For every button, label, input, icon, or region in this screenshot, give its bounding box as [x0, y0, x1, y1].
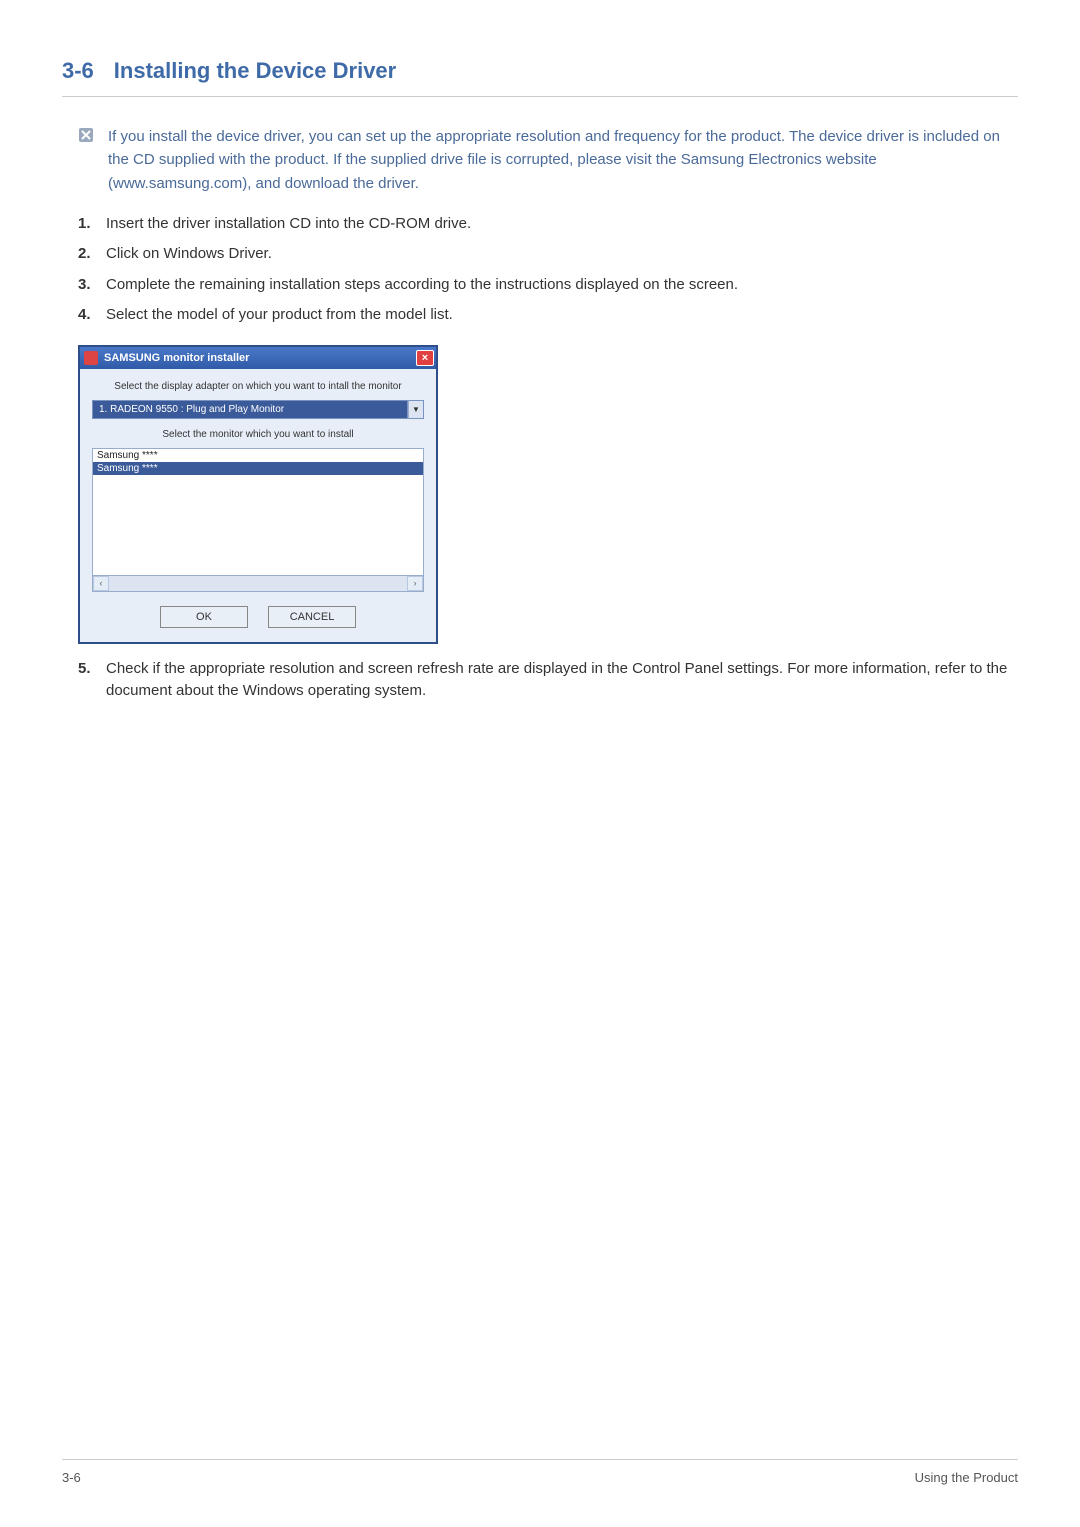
list-item[interactable]: Samsung ****: [93, 462, 423, 475]
installer-title-text: SAMSUNG monitor installer: [104, 352, 249, 364]
footer-page-number: 3-6: [62, 1470, 81, 1485]
app-icon: [84, 351, 98, 365]
footer-section-name: Using the Product: [915, 1470, 1018, 1485]
step-item: Click on Windows Driver.: [78, 243, 1018, 266]
note-text: If you install the device driver, you ca…: [108, 125, 1018, 195]
monitor-label: Select the monitor which you want to ins…: [92, 429, 424, 440]
list-item[interactable]: Samsung ****: [93, 449, 423, 462]
horizontal-scrollbar[interactable]: ‹ ›: [92, 576, 424, 592]
installer-title-left: SAMSUNG monitor installer: [84, 351, 249, 365]
scroll-left-icon[interactable]: ‹: [93, 576, 109, 591]
step-item: Insert the driver installation CD into t…: [78, 213, 1018, 236]
adapter-label: Select the display adapter on which you …: [92, 381, 424, 392]
adapter-dropdown[interactable]: 1. RADEON 9550 : Plug and Play Monitor ▼: [92, 400, 424, 419]
adapter-dropdown-value: 1. RADEON 9550 : Plug and Play Monitor: [92, 400, 408, 419]
section-title: Installing the Device Driver: [114, 58, 396, 84]
scroll-track[interactable]: [109, 576, 407, 591]
section-number: 3-6: [62, 58, 94, 84]
cancel-button[interactable]: CANCEL: [268, 606, 356, 628]
monitor-list[interactable]: Samsung **** Samsung ****: [92, 448, 424, 576]
steps-list-continued: Check if the appropriate resolution and …: [78, 658, 1018, 703]
scroll-right-icon[interactable]: ›: [407, 576, 423, 591]
installer-buttons: OK CANCEL: [92, 606, 424, 628]
note-block: If you install the device driver, you ca…: [78, 125, 1018, 195]
section-header: 3-6 Installing the Device Driver: [62, 58, 1018, 97]
step-item: Check if the appropriate resolution and …: [78, 658, 1018, 703]
step-item: Complete the remaining installation step…: [78, 274, 1018, 297]
installer-titlebar: SAMSUNG monitor installer ×: [80, 347, 436, 369]
ok-button[interactable]: OK: [160, 606, 248, 628]
installer-window: SAMSUNG monitor installer × Select the d…: [78, 345, 438, 644]
steps-list: Insert the driver installation CD into t…: [78, 213, 1018, 327]
chevron-down-icon[interactable]: ▼: [408, 400, 424, 419]
step-item: Select the model of your product from th…: [78, 304, 1018, 327]
page-footer: 3-6 Using the Product: [62, 1459, 1018, 1485]
installer-body: Select the display adapter on which you …: [80, 369, 436, 642]
close-button[interactable]: ×: [416, 350, 434, 366]
info-icon: [78, 127, 94, 143]
